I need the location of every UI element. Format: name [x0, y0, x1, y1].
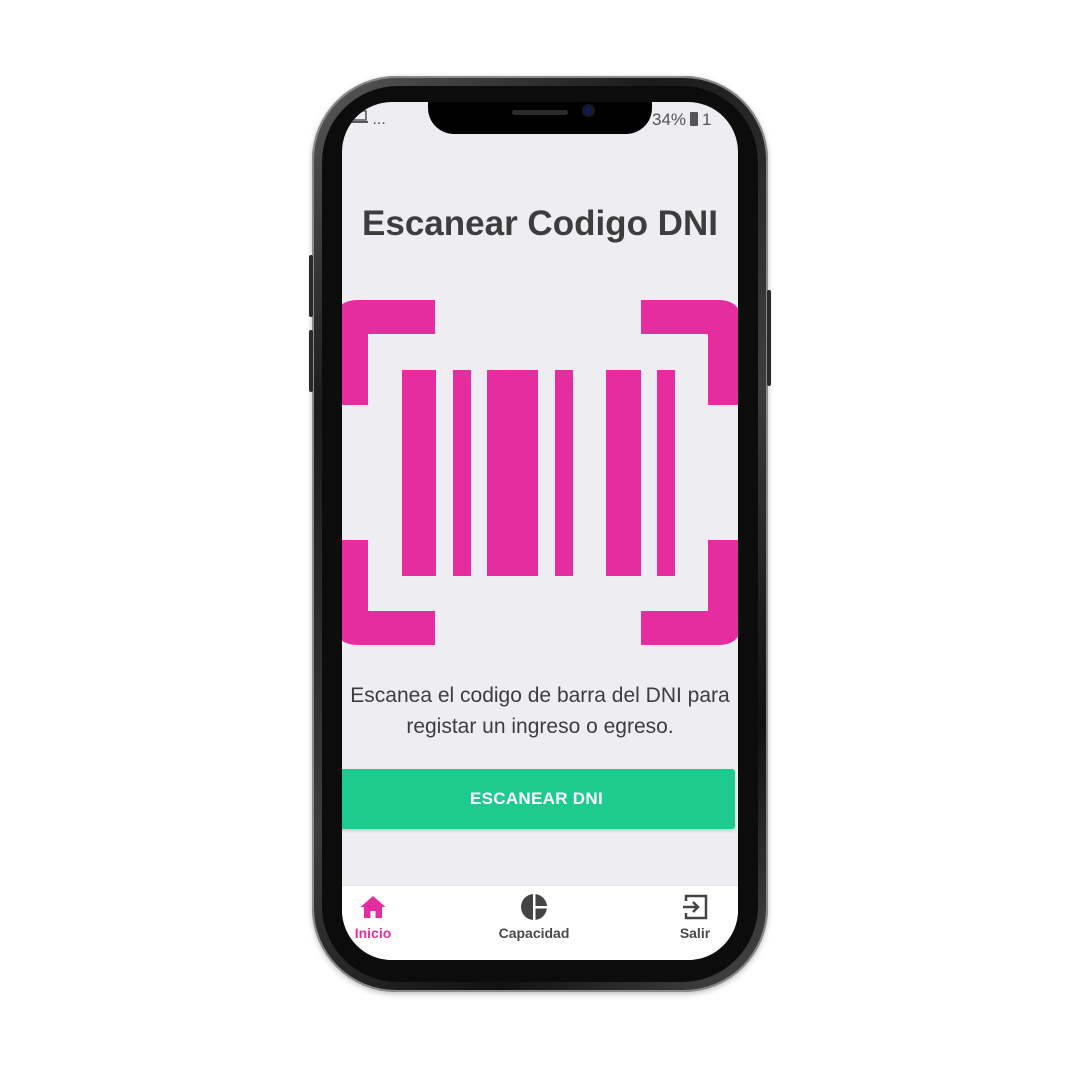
- status-left-text: ...: [372, 111, 386, 128]
- tab-salir-label: Salir: [679, 925, 711, 941]
- status-bar-right: 34% 1: [652, 110, 712, 130]
- laptop-icon: [350, 110, 372, 128]
- instructions-line-1: Escanea el codigo de barra del DNI para: [350, 684, 730, 707]
- power-button: [767, 290, 771, 386]
- barcode-scanner-icon: [342, 300, 738, 645]
- battery-icon: [690, 112, 699, 126]
- tab-inicio[interactable]: Inicio: [342, 892, 428, 941]
- page-title: Escanear Codigo DNI: [362, 204, 718, 243]
- app-screen: ... 34% 1 Escanear Codigo DNI Escanea el …: [342, 102, 738, 960]
- status-time: 1: [702, 110, 712, 129]
- battery-percent: 34%: [652, 110, 687, 129]
- exit-icon: [683, 894, 708, 920]
- bottom-tab-bar: Inicio Capacidad Salir: [342, 885, 738, 960]
- volume-up-button: [309, 255, 313, 317]
- tab-capacidad[interactable]: Capacidad: [479, 892, 589, 941]
- tab-capacidad-label: Capacidad: [498, 925, 570, 941]
- volume-down-button: [309, 330, 313, 392]
- status-bar-left: ...: [350, 110, 386, 129]
- tab-inicio-label: Inicio: [354, 925, 392, 941]
- tab-salir[interactable]: Salir: [640, 892, 738, 941]
- phone-notch: [428, 102, 652, 134]
- scan-dni-button[interactable]: ESCANEAR DNI: [342, 769, 735, 829]
- pie-chart-icon: [521, 893, 548, 921]
- home-icon: [360, 896, 386, 918]
- earpiece-speaker: [512, 110, 568, 115]
- front-camera: [584, 106, 593, 115]
- instructions-text: Escanea el codigo de barra del DNI para …: [342, 680, 738, 742]
- instructions-line-2: registar un ingreso o egreso.: [406, 715, 674, 738]
